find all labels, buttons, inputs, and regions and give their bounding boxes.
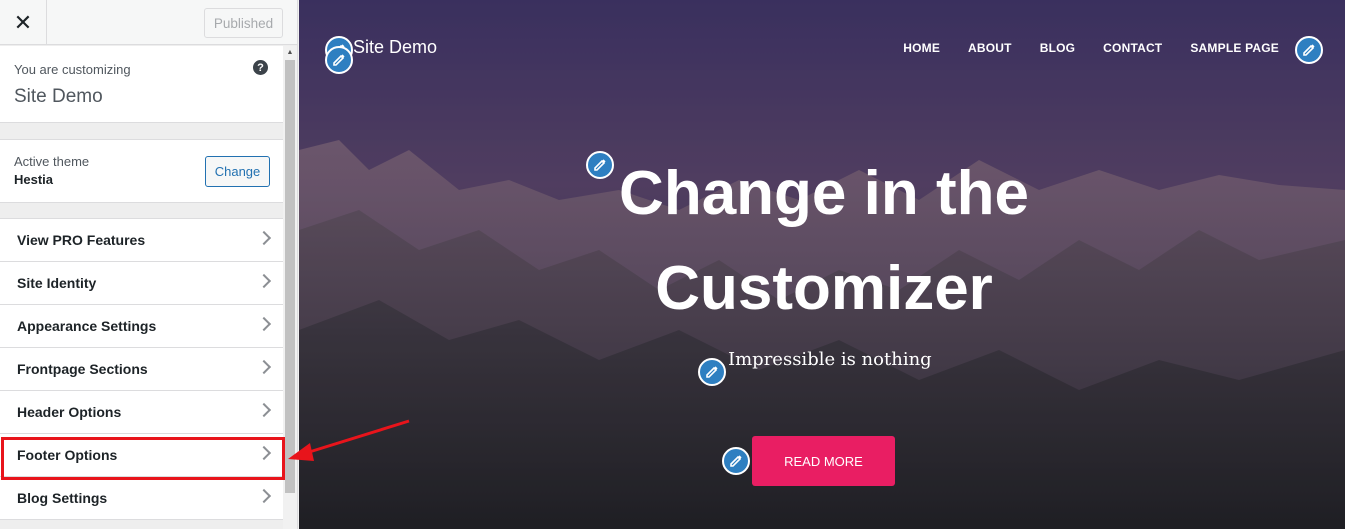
active-theme-label: Active theme: [14, 154, 90, 169]
menu-item-site-identity[interactable]: Site Identity: [0, 261, 283, 305]
help-icon[interactable]: ?: [253, 60, 268, 75]
customizer-sidebar: ✕ Published You are customizing Site Dem…: [0, 0, 298, 529]
nav-about[interactable]: ABOUT: [968, 41, 1012, 55]
nav-home[interactable]: HOME: [903, 41, 940, 55]
customizer-header: ✕ Published: [0, 0, 297, 45]
arrow-icon: [288, 419, 410, 461]
pencil-icon[interactable]: [1295, 36, 1323, 64]
active-theme-panel: Active theme Hestia Change: [0, 139, 283, 203]
active-theme-name: Hestia: [14, 172, 54, 187]
chevron-right-icon: [256, 230, 272, 246]
pencil-icon[interactable]: [325, 46, 353, 74]
close-icon[interactable]: ✕: [0, 0, 47, 45]
primary-nav: HOME ABOUT BLOG CONTACT SAMPLE PAGE: [903, 41, 1279, 55]
change-theme-button[interactable]: Change: [205, 156, 270, 187]
chevron-right-icon: [256, 316, 272, 332]
menu-item-label: Site Identity: [17, 275, 97, 291]
menu-item-label: Blog Settings: [17, 490, 108, 506]
menu-item-footer-options[interactable]: Footer Options: [0, 433, 283, 477]
hero-title-line: Customizer: [655, 254, 993, 323]
site-title: Site Demo: [14, 86, 103, 107]
menu-item-blog-settings[interactable]: Blog Settings: [0, 476, 283, 520]
menu-item-header-options[interactable]: Header Options: [0, 390, 283, 434]
customizer-menu: View PRO Features Site Identity Appearan…: [0, 218, 283, 520]
customizing-info: You are customizing Site Demo ?: [0, 46, 283, 123]
chevron-right-icon: [256, 402, 272, 418]
menu-item-appearance-settings[interactable]: Appearance Settings: [0, 304, 283, 348]
chevron-right-icon: [256, 488, 272, 504]
menu-item-label: Footer Options: [17, 447, 118, 463]
chevron-right-icon: [256, 359, 272, 375]
menu-item-frontpage-sections[interactable]: Frontpage Sections: [0, 347, 283, 391]
pencil-icon[interactable]: [722, 447, 750, 475]
publish-button[interactable]: Published: [204, 8, 283, 38]
nav-blog[interactable]: BLOG: [1040, 41, 1075, 55]
read-more-button[interactable]: READ MORE: [752, 436, 895, 486]
customizing-label: You are customizing: [14, 62, 131, 77]
menu-item-label: Frontpage Sections: [17, 361, 148, 377]
site-preview: Site Demo HOME ABOUT BLOG CONTACT SAMPLE…: [299, 0, 1345, 529]
hero-title-line: Change in the: [619, 159, 1029, 228]
menu-item-label: View PRO Features: [17, 232, 146, 248]
scroll-up-icon[interactable]: ▲: [283, 46, 297, 58]
pencil-icon[interactable]: [698, 358, 726, 386]
menu-item-label: Appearance Settings: [17, 318, 157, 334]
site-brand[interactable]: Site Demo: [353, 37, 437, 58]
menu-item-view-pro-features[interactable]: View PRO Features: [0, 218, 283, 262]
menu-item-label: Header Options: [17, 404, 122, 420]
hero-title[interactable]: Change in the Customizer: [569, 146, 1079, 336]
nav-sample-page[interactable]: SAMPLE PAGE: [1190, 41, 1279, 55]
chevron-right-icon: [256, 273, 272, 289]
hero-subtitle[interactable]: Impressible is nothing: [728, 349, 932, 370]
chevron-right-icon: [256, 445, 272, 461]
nav-contact[interactable]: CONTACT: [1103, 41, 1162, 55]
